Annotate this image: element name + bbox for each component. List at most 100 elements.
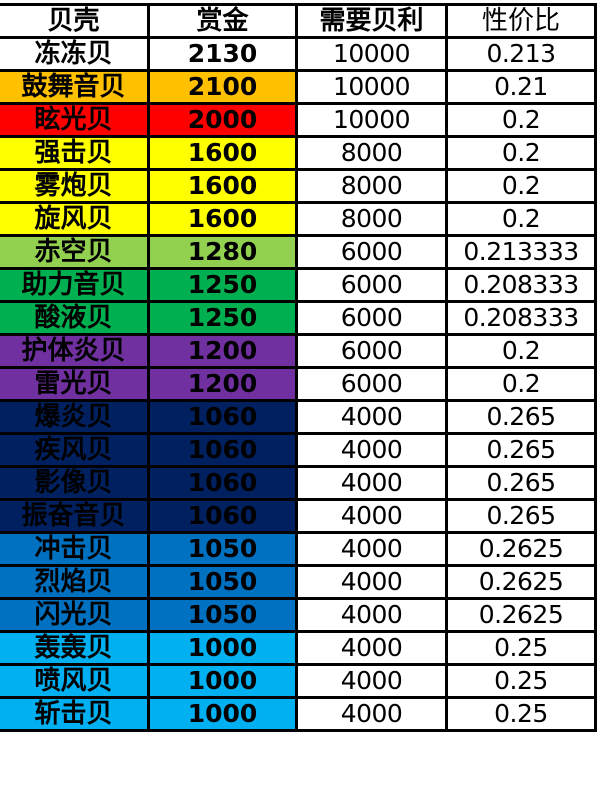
value-ratio-cell: 0.208333 [445,300,597,336]
shell-name-cell: 闪光贝 [0,597,150,633]
required-berry-cell: 8000 [295,168,448,204]
value-ratio-cell: 0.2625 [445,564,597,600]
required-berry-cell: 4000 [295,432,448,468]
bounty-cell: 1060 [147,465,298,501]
shell-name-cell: 助力音贝 [0,267,150,303]
shell-name-cell: 烈焰贝 [0,564,150,600]
value-ratio-cell: 0.2 [445,168,597,204]
shell-name-cell: 疾风贝 [0,432,150,468]
header-shell: 贝壳 [0,3,150,39]
table-row: 斩击贝 1000 4000 0.25 [0,696,597,732]
table-row: 雷光贝 1200 6000 0.2 [0,366,597,402]
bounty-cell: 2100 [147,69,298,105]
header-required-berry: 需要贝利 [295,3,448,39]
required-berry-cell: 6000 [295,300,448,336]
header-row: 贝壳 赏金 需要贝利 性价比 [0,3,597,39]
required-berry-cell: 10000 [295,102,448,138]
table-row: 烈焰贝 1050 4000 0.2625 [0,564,597,600]
shell-name-cell: 斩击贝 [0,696,150,732]
value-ratio-cell: 0.213 [445,36,597,72]
value-ratio-cell: 0.2 [445,366,597,402]
value-ratio-cell: 0.213333 [445,234,597,270]
required-berry-cell: 4000 [295,498,448,534]
shell-name-cell: 酸液贝 [0,300,150,336]
bounty-cell: 1000 [147,630,298,666]
header-value-ratio: 性价比 [445,3,597,39]
table-row: 振奋音贝 1060 4000 0.265 [0,498,597,534]
bounty-cell: 1000 [147,663,298,699]
table-row: 雾炮贝 1600 8000 0.2 [0,168,597,204]
table-row: 喷风贝 1000 4000 0.25 [0,663,597,699]
value-ratio-cell: 0.25 [445,663,597,699]
shell-name-cell: 冻冻贝 [0,36,150,72]
value-ratio-cell: 0.265 [445,465,597,501]
bounty-cell: 1600 [147,201,298,237]
shell-name-cell: 鼓舞音贝 [0,69,150,105]
bounty-cell: 1050 [147,564,298,600]
bounty-cell: 1060 [147,432,298,468]
shell-name-cell: 旋风贝 [0,201,150,237]
shell-name-cell: 影像贝 [0,465,150,501]
required-berry-cell: 4000 [295,465,448,501]
table-row: 强击贝 1600 8000 0.2 [0,135,597,171]
table-row: 闪光贝 1050 4000 0.2625 [0,597,597,633]
shell-name-cell: 爆炎贝 [0,399,150,435]
shell-name-cell: 眩光贝 [0,102,150,138]
shell-name-cell: 强击贝 [0,135,150,171]
value-ratio-cell: 0.21 [445,69,597,105]
required-berry-cell: 4000 [295,597,448,633]
table-row: 冻冻贝 2130 10000 0.213 [0,36,597,72]
bounty-cell: 1600 [147,168,298,204]
table-row: 疾风贝 1060 4000 0.265 [0,432,597,468]
required-berry-cell: 4000 [295,531,448,567]
value-ratio-cell: 0.2 [445,201,597,237]
value-ratio-cell: 0.2 [445,135,597,171]
bounty-cell: 1060 [147,399,298,435]
bounty-cell: 2000 [147,102,298,138]
table-row: 鼓舞音贝 2100 10000 0.21 [0,69,597,105]
value-ratio-cell: 0.265 [445,399,597,435]
bounty-cell: 2130 [147,36,298,72]
bounty-cell: 1250 [147,300,298,336]
header-bounty: 赏金 [147,3,298,39]
shell-bounty-sheet: 贝壳 赏金 需要贝利 性价比 冻冻贝 2130 10000 0.213 鼓舞音贝 2100… [0,3,597,732]
table-row: 助力音贝 1250 6000 0.208333 [0,267,597,303]
required-berry-cell: 6000 [295,234,448,270]
shell-name-cell: 冲击贝 [0,531,150,567]
required-berry-cell: 6000 [295,366,448,402]
bounty-cell: 1050 [147,531,298,567]
required-berry-cell: 6000 [295,333,448,369]
required-berry-cell: 4000 [295,663,448,699]
bounty-cell: 1250 [147,267,298,303]
required-berry-cell: 10000 [295,36,448,72]
table-row: 酸液贝 1250 6000 0.208333 [0,300,597,336]
shell-name-cell: 赤空贝 [0,234,150,270]
bounty-cell: 1000 [147,696,298,732]
shell-name-cell: 雾炮贝 [0,168,150,204]
required-berry-cell: 8000 [295,135,448,171]
table-row: 旋风贝 1600 8000 0.2 [0,201,597,237]
bounty-cell: 1600 [147,135,298,171]
required-berry-cell: 6000 [295,267,448,303]
shell-name-cell: 护体炎贝 [0,333,150,369]
value-ratio-cell: 0.2 [445,102,597,138]
table-row: 冲击贝 1050 4000 0.2625 [0,531,597,567]
shell-name-cell: 轰轰贝 [0,630,150,666]
table-row: 轰轰贝 1000 4000 0.25 [0,630,597,666]
required-berry-cell: 8000 [295,201,448,237]
value-ratio-cell: 0.265 [445,498,597,534]
required-berry-cell: 4000 [295,399,448,435]
value-ratio-cell: 0.2 [445,333,597,369]
bounty-cell: 1050 [147,597,298,633]
table-row: 眩光贝 2000 10000 0.2 [0,102,597,138]
value-ratio-cell: 0.2625 [445,597,597,633]
value-ratio-cell: 0.208333 [445,267,597,303]
required-berry-cell: 4000 [295,630,448,666]
bounty-cell: 1280 [147,234,298,270]
table-row: 赤空贝 1280 6000 0.213333 [0,234,597,270]
table-row: 影像贝 1060 4000 0.265 [0,465,597,501]
shell-name-cell: 雷光贝 [0,366,150,402]
table-row: 爆炎贝 1060 4000 0.265 [0,399,597,435]
shell-bounty-table: 贝壳 赏金 需要贝利 性价比 冻冻贝 2130 10000 0.213 鼓舞音贝 2100… [0,3,597,732]
value-ratio-cell: 0.2625 [445,531,597,567]
